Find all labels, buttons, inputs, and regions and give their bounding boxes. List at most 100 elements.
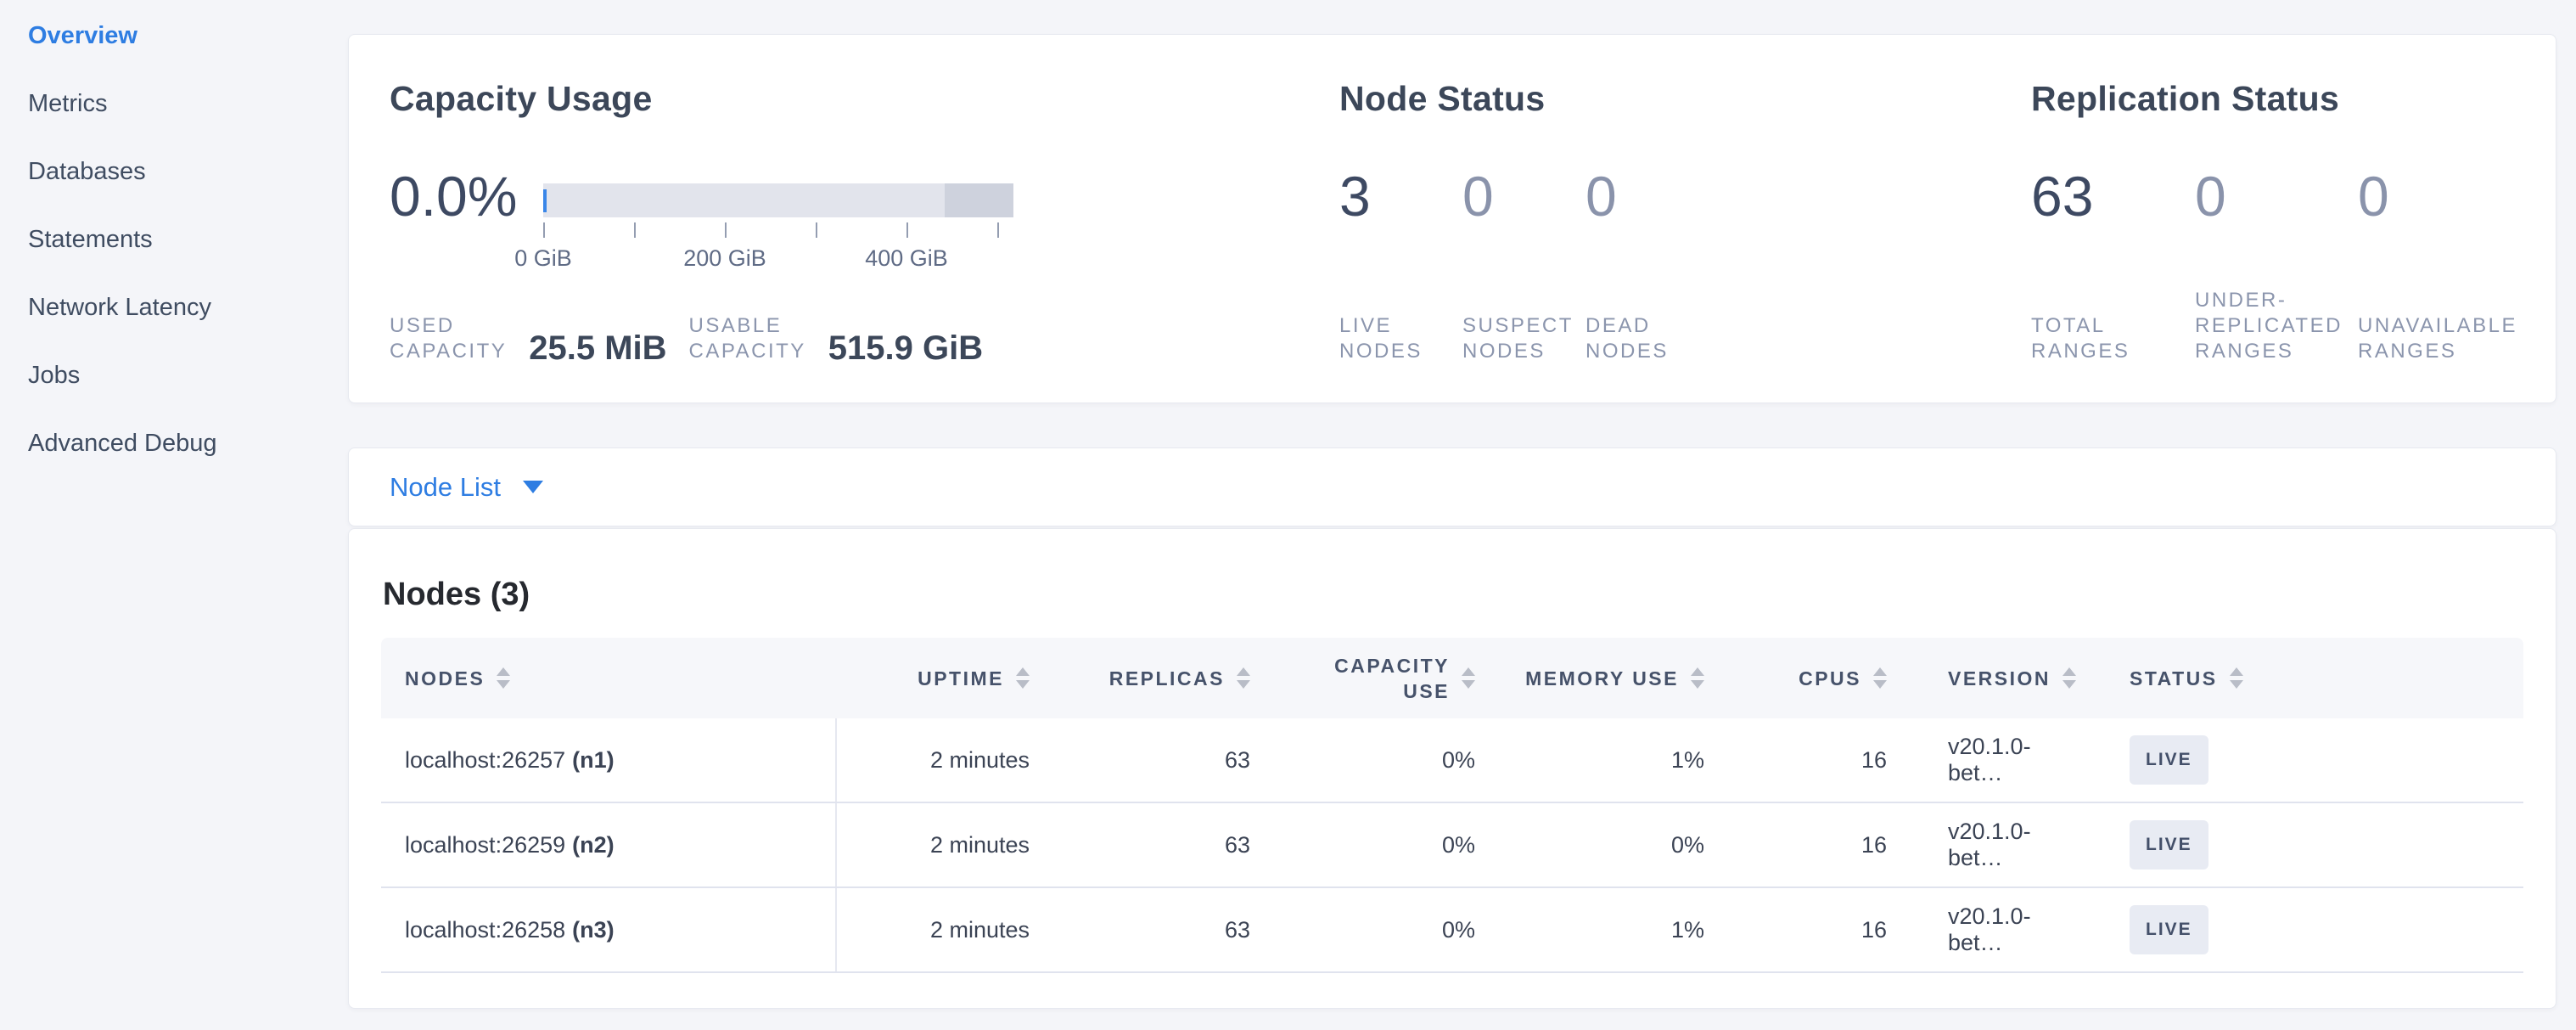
node-name: (n2) bbox=[572, 832, 615, 858]
column-header[interactable]: VERSION bbox=[1911, 638, 2106, 718]
column-header-label: VERSION bbox=[1948, 666, 2051, 691]
column-header-label: CPUS bbox=[1799, 666, 1861, 691]
sort-icon bbox=[1462, 667, 1475, 689]
node-status-cell: LIVE bbox=[2106, 803, 2523, 886]
sort-icon bbox=[497, 667, 510, 689]
under-replicated-ranges-count: 0 bbox=[2195, 164, 2335, 245]
sort-icon bbox=[2230, 667, 2243, 689]
node-version-cell: v20.1.0-bet… bbox=[1911, 888, 2106, 971]
nodes-table-body: localhost:26257 (n1) 2 minutes 63 0% 1% … bbox=[381, 718, 2523, 973]
node-list-dropdown[interactable]: Node List bbox=[390, 448, 543, 526]
node-capacity-use-cell: 0% bbox=[1274, 718, 1499, 802]
sort-icon bbox=[1873, 667, 1887, 689]
sidebar-item[interactable]: Overview bbox=[0, 2, 346, 70]
column-header[interactable]: CAPACITY USE bbox=[1274, 638, 1499, 718]
node-memory-use-cell: 1% bbox=[1499, 888, 1728, 971]
nodes-table-header: NODES UPTIME REPLICAS CAPACITY USE MEMOR… bbox=[381, 638, 2523, 718]
node-replicas-cell: 63 bbox=[1053, 803, 1274, 886]
under-replicated-ranges-stat: 0 UNDER- REPLICATED RANGES bbox=[2195, 164, 2335, 364]
live-nodes-count: 3 bbox=[1339, 164, 1479, 245]
suspect-nodes-label: SUSPECT NODES bbox=[1462, 313, 1574, 364]
node-address: localhost:26258 bbox=[405, 917, 565, 943]
nodes-section-title: Nodes (3) bbox=[383, 577, 530, 613]
node-address-cell: localhost:26258 (n3) bbox=[381, 888, 837, 971]
column-header[interactable]: UPTIME bbox=[837, 638, 1053, 718]
suspect-nodes-count: 0 bbox=[1462, 164, 1602, 245]
capacity-gauge bbox=[543, 183, 1013, 217]
total-ranges-label: TOTAL RANGES bbox=[2031, 313, 2130, 364]
dead-nodes-count: 0 bbox=[1585, 164, 1726, 245]
nodes-card: Nodes (3) NODES UPTIME REPLICAS CAPACITY… bbox=[348, 528, 2556, 1009]
node-status-cell: LIVE bbox=[2106, 718, 2523, 802]
node-cpus-cell: 16 bbox=[1728, 888, 1911, 971]
column-header[interactable]: REPLICAS bbox=[1053, 638, 1274, 718]
sort-icon bbox=[1237, 667, 1250, 689]
sidebar-item-label: Databases bbox=[28, 158, 146, 186]
unavailable-ranges-count: 0 bbox=[2358, 164, 2498, 245]
node-cpus-cell: 16 bbox=[1728, 718, 1911, 802]
sidebar-item-label: Advanced Debug bbox=[28, 430, 217, 458]
unavailable-ranges-label: UNAVAILABLE RANGES bbox=[2358, 313, 2517, 364]
node-row[interactable]: localhost:26258 (n3) 2 minutes 63 0% 1% … bbox=[381, 888, 2523, 973]
capacity-stat-value: 25.5 MiB bbox=[529, 329, 666, 368]
live-nodes-label: LIVE NODES bbox=[1339, 313, 1423, 364]
node-uptime-cell: 2 minutes bbox=[837, 888, 1053, 971]
capacity-stats: USED CAPACITY 25.5 MiB USABLE CAPACITY 5… bbox=[390, 288, 983, 364]
sort-icon bbox=[2062, 667, 2076, 689]
suspect-nodes-stat: 0 SUSPECT NODES bbox=[1462, 164, 1602, 364]
node-name: (n1) bbox=[572, 747, 615, 774]
node-uptime-cell: 2 minutes bbox=[837, 803, 1053, 886]
node-version-cell: v20.1.0-bet… bbox=[1911, 718, 2106, 802]
node-status-title: Node Status bbox=[1339, 79, 1546, 119]
node-name: (n3) bbox=[572, 917, 615, 943]
node-capacity-use-cell: 0% bbox=[1274, 803, 1499, 886]
node-status-cell: LIVE bbox=[2106, 888, 2523, 971]
tick-label-0: 0 GiB bbox=[514, 245, 572, 272]
sidebar-item-label: Network Latency bbox=[28, 294, 211, 322]
total-ranges-count: 63 bbox=[2031, 164, 2171, 245]
capacity-gauge-axis bbox=[543, 222, 1013, 239]
sidebar-item[interactable]: Metrics bbox=[0, 70, 346, 138]
node-address: localhost:26259 bbox=[405, 832, 565, 858]
column-header[interactable]: MEMORY USE bbox=[1499, 638, 1728, 718]
capacity-gauge-reserved-segment bbox=[945, 183, 1013, 217]
live-status-badge: LIVE bbox=[2130, 735, 2208, 785]
sidebar-item[interactable]: Network Latency bbox=[0, 273, 346, 341]
node-replicas-cell: 63 bbox=[1053, 718, 1274, 802]
sort-icon bbox=[1691, 667, 1704, 689]
column-header-label: UPTIME bbox=[918, 666, 1004, 691]
chevron-down-icon bbox=[523, 481, 543, 493]
column-header[interactable]: STATUS bbox=[2106, 638, 2523, 718]
sidebar-item[interactable]: Jobs bbox=[0, 341, 346, 409]
node-address-cell: localhost:26259 (n2) bbox=[381, 803, 837, 886]
capacity-gauge-tick-labels: 0 GiB 200 GiB 400 GiB bbox=[543, 245, 1013, 271]
capacity-stat-label: USABLE CAPACITY bbox=[689, 313, 806, 364]
sidebar-item-label: Statements bbox=[28, 226, 153, 254]
sidebar-item[interactable]: Advanced Debug bbox=[0, 409, 346, 477]
node-cpus-cell: 16 bbox=[1728, 803, 1911, 886]
sidebar-item[interactable]: Statements bbox=[0, 205, 346, 273]
cluster-summary-card: Capacity Usage 0.0% 0 GiB 200 GiB 400 Gi… bbox=[348, 34, 2556, 403]
total-ranges-stat: 63 TOTAL RANGES bbox=[2031, 164, 2171, 364]
column-header-label: NODES bbox=[405, 666, 485, 691]
sidebar-item-label: Overview bbox=[28, 22, 137, 50]
node-memory-use-cell: 1% bbox=[1499, 718, 1728, 802]
dead-nodes-label: DEAD NODES bbox=[1585, 313, 1669, 364]
under-replicated-ranges-label: UNDER- REPLICATED RANGES bbox=[2195, 288, 2343, 364]
node-replicas-cell: 63 bbox=[1053, 888, 1274, 971]
column-header-label: CAPACITY USE bbox=[1314, 653, 1450, 704]
node-row[interactable]: localhost:26257 (n1) 2 minutes 63 0% 1% … bbox=[381, 718, 2523, 803]
node-uptime-cell: 2 minutes bbox=[837, 718, 1053, 802]
node-row[interactable]: localhost:26259 (n2) 2 minutes 63 0% 0% … bbox=[381, 803, 2523, 888]
live-status-badge: LIVE bbox=[2130, 820, 2208, 870]
capacity-gauge-used-marker bbox=[543, 189, 547, 212]
sidebar-item[interactable]: Databases bbox=[0, 138, 346, 205]
column-header[interactable]: CPUS bbox=[1728, 638, 1911, 718]
sidebar-item-label: Metrics bbox=[28, 90, 107, 118]
column-header[interactable]: NODES bbox=[381, 638, 837, 718]
view-selector-card: Node List bbox=[348, 447, 2556, 526]
node-address-cell: localhost:26257 (n1) bbox=[381, 718, 837, 802]
column-header-label: STATUS bbox=[2130, 666, 2218, 691]
node-memory-use-cell: 0% bbox=[1499, 803, 1728, 886]
sidebar: Overview Metrics Databases Statements Ne… bbox=[0, 0, 346, 1030]
